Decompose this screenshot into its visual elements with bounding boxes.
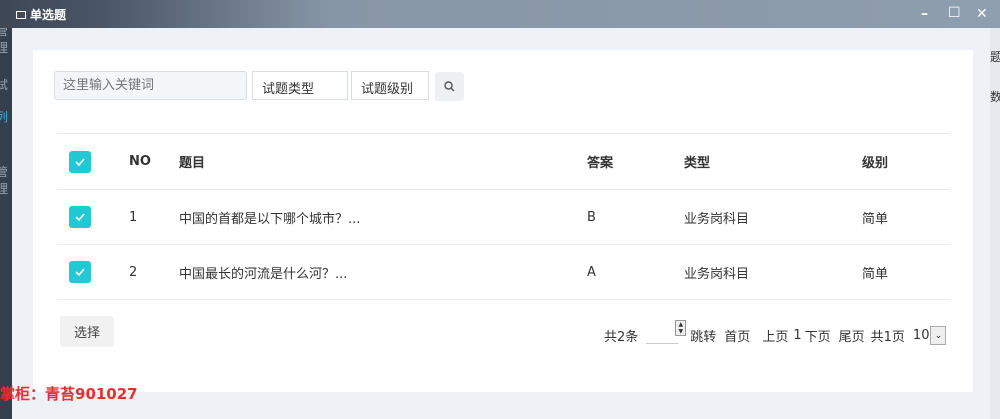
background-right: 题 数 (990, 28, 1000, 419)
table-row[interactable]: 2 中国最长的河流是什么河？... A 业务岗科目 简单 (57, 244, 950, 300)
chevron-down-icon: ⌄ (930, 326, 947, 345)
cell-title: 中国最长的河流是什么河？... (179, 244, 587, 300)
close-button[interactable]: ✕ (976, 6, 988, 22)
bg-text: 试 (0, 78, 9, 92)
watermark: 掌柜：青苔901027 (0, 385, 138, 403)
select-all-checkbox[interactable] (69, 150, 91, 173)
row-checkbox[interactable] (69, 206, 91, 228)
check-icon (75, 157, 85, 166)
cell-no: 1 (129, 189, 179, 245)
question-table: NO 题目 答案 类型 级别 1 中国的首都是以下哪个城市？... B 业务岗科… (57, 133, 950, 300)
table-header: NO 题目 答案 类型 级别 (57, 133, 950, 190)
row-checkbox[interactable] (69, 261, 91, 283)
page-count: 共1页 (870, 330, 905, 345)
check-icon (75, 213, 85, 222)
current-page: 1 (793, 328, 802, 343)
table-row[interactable]: 1 中国的首都是以下哪个城市？... B 业务岗科目 简单 (57, 189, 950, 245)
cell-type: 业务岗科目 (684, 244, 862, 300)
page-size-select[interactable]: 10 ⌄ (913, 326, 947, 345)
search-button[interactable] (435, 72, 464, 101)
cell-answer: A (587, 244, 684, 300)
cell-title: 中国的首都是以下哪个城市？... (179, 189, 587, 245)
dialog-title: 单选题 (16, 6, 66, 23)
col-answer: 答案 (587, 133, 684, 190)
pagination: 共2条 ▲ ▼ 跳转 首页 上页 1 下页 尾页 共1页 10 ⌄ (604, 319, 947, 345)
last-page-link[interactable]: 尾页 (839, 326, 865, 345)
minimize-button[interactable]: – (921, 6, 928, 22)
bg-text: 列 (0, 110, 9, 124)
col-level: 级别 (862, 133, 950, 190)
cell-answer: B (587, 189, 684, 245)
next-page-link[interactable]: 下页 (805, 326, 831, 345)
cell-no: 2 (129, 244, 179, 300)
select-button[interactable]: 选择 (60, 316, 114, 347)
check-icon (75, 268, 85, 277)
col-no: NO (129, 133, 179, 190)
background-sidebar: 管理 试 列 管理 (0, 0, 12, 419)
search-icon (444, 81, 455, 92)
jump-page-input[interactable]: ▲ ▼ (646, 319, 687, 344)
bg-text: 管理 (0, 165, 9, 196)
jump-link[interactable]: 跳转 (690, 326, 716, 345)
window-icon (16, 10, 26, 19)
prev-page-link[interactable]: 上页 (762, 326, 788, 345)
bg-text: 题 (990, 50, 1000, 64)
first-page-link[interactable]: 首页 (724, 326, 750, 345)
search-input[interactable] (54, 71, 247, 100)
page-size-value: 10 (912, 328, 930, 343)
level-select[interactable]: 试题级别 (351, 71, 429, 100)
page-spinner[interactable]: ▲ ▼ (675, 319, 687, 336)
type-select[interactable]: 试题类型 (252, 71, 348, 100)
title-text: 单选题 (30, 8, 67, 22)
dialog-titlebar: 单选题 – ☐ ✕ (0, 0, 1000, 28)
cell-type: 业务岗科目 (684, 189, 862, 245)
col-type: 类型 (684, 133, 862, 190)
col-title: 题目 (179, 133, 587, 190)
cell-level: 简单 (862, 244, 950, 300)
cell-level: 简单 (862, 189, 950, 245)
maximize-button[interactable]: ☐ (948, 5, 961, 21)
bg-text: 数 (990, 90, 1000, 104)
total-count: 共2条 (604, 330, 639, 345)
